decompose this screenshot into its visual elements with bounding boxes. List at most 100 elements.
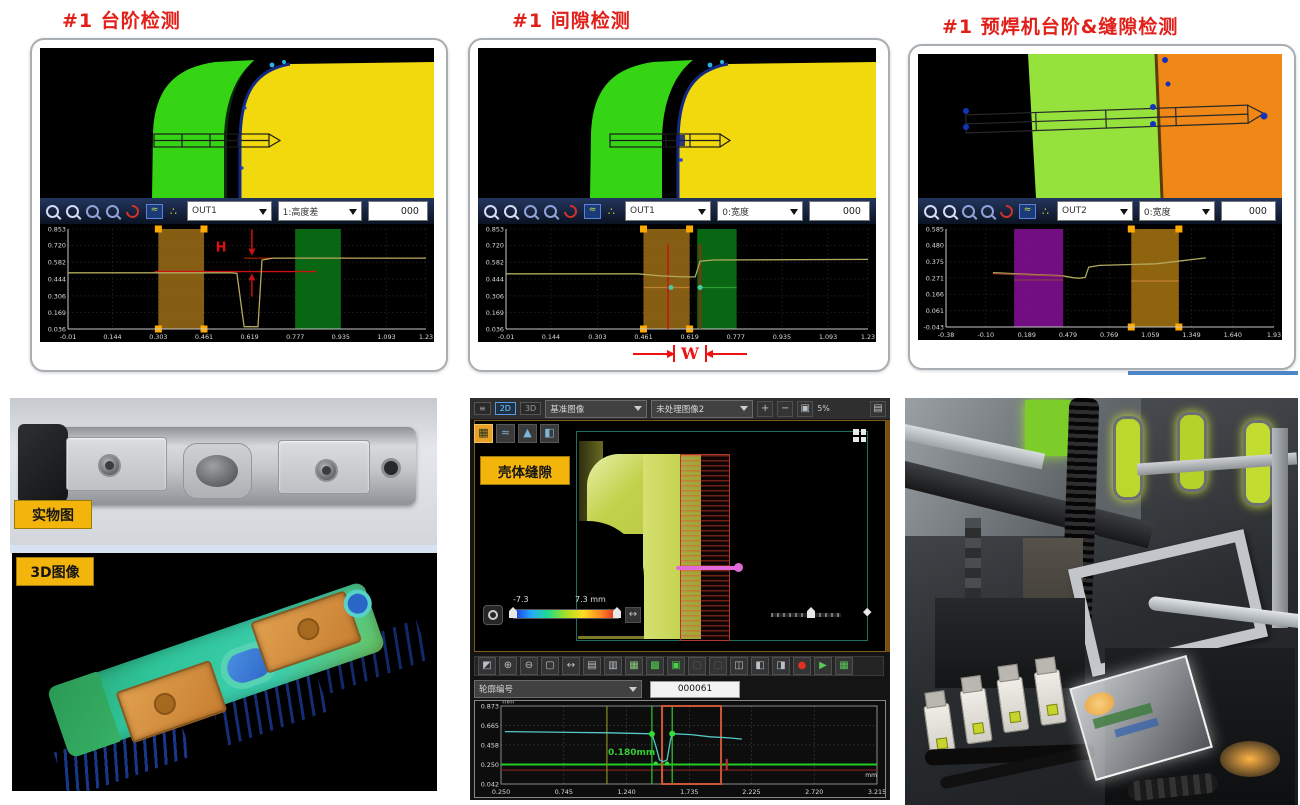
zoom-region-icon[interactable] [86, 205, 99, 218]
mode-select[interactable]: 0:宽度 [717, 201, 803, 221]
panel-settings-icon[interactable]: ▤ [870, 401, 886, 417]
mode-select[interactable]: 0:宽度 [1139, 201, 1215, 221]
zoom-out-icon[interactable] [66, 205, 79, 218]
result-value-box[interactable]: 000 [368, 201, 428, 221]
gripper-unit [1034, 669, 1067, 726]
panel-title-step: #1 台阶检测 [62, 6, 181, 33]
roi-fit-icon[interactable]: ◨ [772, 657, 790, 675]
svg-text:0.444: 0.444 [48, 275, 66, 283]
gap-width-annotation: W [600, 344, 780, 363]
svg-text:0.166: 0.166 [926, 291, 944, 299]
svg-text:0.042: 0.042 [481, 780, 499, 788]
pointer-icon[interactable]: ◩ [478, 657, 496, 675]
contour-select[interactable]: 轮廓编号 [474, 680, 642, 698]
measure-points-icon[interactable]: ∴ [608, 205, 615, 218]
region-icon[interactable]: ▩ [646, 657, 664, 675]
fullscreen-icon[interactable] [853, 429, 866, 442]
profile-chart-icon[interactable]: ≈ [146, 204, 163, 219]
zoom-in-icon[interactable] [924, 205, 937, 218]
zoom-out-icon[interactable]: − [777, 401, 793, 417]
arrow-left-icon [709, 353, 747, 355]
output-select[interactable]: OUT2 [1057, 201, 1133, 221]
target-tool-icon[interactable] [483, 605, 503, 625]
tab-3d[interactable]: 3D [520, 402, 541, 415]
inspector-panel: ≡ 2D 3D 基准图像 未处理图像2 + − ▣ 5% ▤ -7.3 [470, 398, 890, 800]
zoom-region-icon[interactable] [524, 205, 537, 218]
zoom-out-icon[interactable] [943, 205, 956, 218]
svg-text:-0.01: -0.01 [60, 333, 77, 341]
zoom-out-icon[interactable]: ⊖ [520, 657, 538, 675]
profile-row-icon[interactable]: ▤ [583, 657, 601, 675]
position-slider-track[interactable] [771, 613, 841, 617]
gripper-unit [996, 676, 1029, 733]
contour-row: 轮廓编号 000061 [474, 680, 740, 698]
pan-icon[interactable]: ↔ [562, 657, 580, 675]
svg-text:0.665: 0.665 [481, 722, 499, 730]
zoom-in-icon[interactable]: ⊕ [499, 657, 517, 675]
arrow-right-icon [633, 353, 671, 355]
mode-select[interactable]: 1:高度差 [278, 201, 363, 221]
output-select[interactable]: OUT1 [187, 201, 272, 221]
svg-text:0.480: 0.480 [926, 242, 944, 250]
base-image-select[interactable]: 基准图像 [545, 400, 647, 418]
roi-box-icon[interactable]: ◫ [730, 657, 748, 675]
contour-number-input[interactable]: 000061 [650, 681, 740, 698]
shell-gap-label: 壳体缝隙 [480, 456, 570, 485]
reset-icon[interactable] [123, 202, 141, 220]
svg-text:0.303: 0.303 [149, 333, 167, 341]
svg-text:0.935: 0.935 [332, 333, 350, 341]
zoom-region-icon[interactable] [962, 205, 975, 218]
vertical-scrollbar[interactable] [886, 420, 890, 652]
svg-text:0.720: 0.720 [486, 242, 504, 250]
zoom-window-icon[interactable]: ▢ [541, 657, 559, 675]
zoom-in-icon[interactable]: + [757, 401, 773, 417]
contour-select-label: 轮廓编号 [479, 683, 513, 695]
svg-text:0.169: 0.169 [48, 309, 66, 317]
center-vent-oval [196, 455, 238, 487]
grid-icon[interactable]: ▦ [625, 657, 643, 675]
tab-2d[interactable]: 2D [495, 402, 516, 415]
record-icon[interactable]: ● [793, 657, 811, 675]
snapshot-icon[interactable]: ▦ [835, 657, 853, 675]
menu-icon[interactable]: ≡ [474, 402, 491, 415]
battery-cap-3d [37, 553, 412, 791]
probe-tool-icon[interactable]: ◧ [540, 424, 559, 443]
surface-view-icon[interactable]: ▲ [518, 424, 537, 443]
vision-toolbar-icons: ≈∴ [46, 204, 177, 219]
reset-icon[interactable] [561, 202, 579, 220]
measure-points-icon[interactable]: ∴ [1042, 205, 1049, 218]
profile-chart-icon[interactable]: ≈ [1019, 204, 1036, 219]
height-map-icon[interactable]: ▦ [474, 424, 493, 443]
profile-chart-icon[interactable]: ≈ [584, 204, 601, 219]
preweld-panel-card: ≈∴ OUT2 0:宽度 000 -0.38-0.100.1890.4790.7… [908, 44, 1296, 370]
measure-points-icon[interactable]: ∴ [170, 205, 177, 218]
raw-image-select[interactable]: 未处理图像2 [651, 400, 753, 418]
mode-select-value: 1:高度差 [283, 205, 319, 218]
export-icon[interactable]: ▶ [814, 657, 832, 675]
marker-diamond-icon[interactable]: ◆ [863, 605, 871, 618]
zoom-fit-icon[interactable] [106, 205, 119, 218]
roi-zoom-icon[interactable]: ◧ [751, 657, 769, 675]
fit-view-icon[interactable]: ▣ [797, 401, 813, 417]
laser-window [1113, 416, 1143, 500]
result-value-box[interactable]: 000 [1221, 201, 1276, 221]
measure-grid-region[interactable] [680, 454, 730, 641]
profile-wave-icon[interactable]: ≈ [496, 424, 515, 443]
svg-text:0.769: 0.769 [1100, 331, 1118, 339]
output-select[interactable]: OUT1 [625, 201, 711, 221]
zoom-in-icon[interactable] [484, 205, 497, 218]
zoom-fit-icon[interactable] [544, 205, 557, 218]
profile-col-icon[interactable]: ▥ [604, 657, 622, 675]
result-value-box[interactable]: 000 [809, 201, 870, 221]
svg-text:1.23: 1.23 [419, 333, 433, 341]
reset-icon[interactable] [997, 202, 1015, 220]
svg-text:0.461: 0.461 [195, 333, 213, 341]
svg-text:0.303: 0.303 [588, 333, 606, 341]
range-tool-icon[interactable]: ↔ [625, 607, 641, 623]
zoom-in-icon[interactable] [46, 205, 59, 218]
zoom-out-icon[interactable] [504, 205, 517, 218]
mask-icon[interactable]: ▣ [667, 657, 685, 675]
disabled-tool2-icon[interactable]: ▢ [709, 657, 727, 675]
disabled-tool-icon[interactable]: ▢ [688, 657, 706, 675]
zoom-fit-icon[interactable] [981, 205, 994, 218]
